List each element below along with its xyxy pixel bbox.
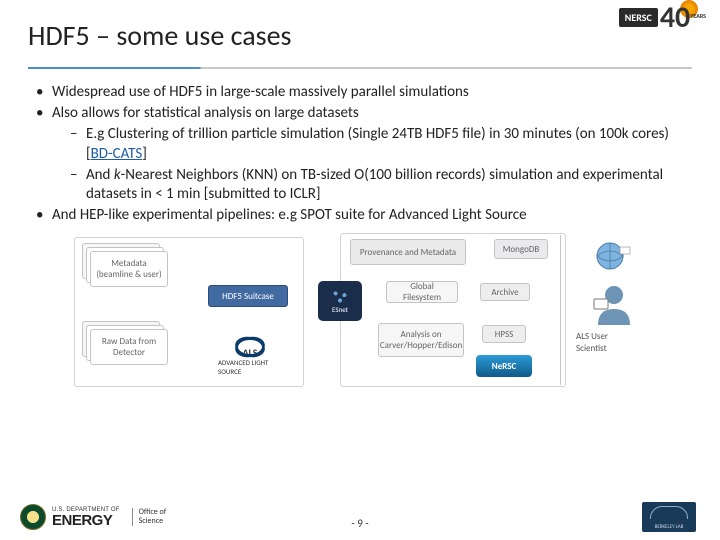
divider-line [560, 235, 561, 385]
bullet-list: Widespread use of HDF5 in large-scale ma… [34, 83, 686, 225]
bdcats-link[interactable]: BD-CATS [91, 145, 143, 163]
global-filesystem-box: Global Filesystem [386, 281, 458, 303]
user-label: ALS User Scientist [576, 331, 640, 354]
archive-box: Archive [480, 283, 530, 301]
nersc-logo-icon: NeRSC [476, 355, 532, 377]
user-icon [590, 281, 638, 329]
analysis-box: Analysis on Carver/Hopper/Edison [378, 323, 464, 357]
bullet-3: And HEP-like experimental pipelines: e.g… [34, 206, 686, 225]
slide-header: HDF5 – some use cases NERSC 40 YEARS [0, 0, 720, 61]
mongodb-box: MongoDB [494, 239, 548, 259]
sub-list: E.g Clustering of trillion particle simu… [52, 125, 686, 204]
page-number: - 9 - [351, 517, 368, 530]
bullet-1: Widespread use of HDF5 in large-scale ma… [34, 83, 686, 102]
hdf5-suitcase-box: HDF5 Suitcase [208, 285, 288, 307]
slide-content: Widespread use of HDF5 in large-scale ma… [0, 69, 720, 397]
als-logo: ALS ADVANCED LIGHT SOURCE [218, 333, 282, 377]
esnet-box: ESnet [318, 281, 362, 321]
office-science: Office ofScience [132, 508, 167, 526]
doe-logo: U.S. DEPARTMENT OF ENERGY Office ofScien… [20, 504, 166, 530]
years-label: YEARS [690, 13, 706, 19]
energy-text: U.S. DEPARTMENT OF ENERGY [52, 507, 120, 528]
sub-bullet-1: E.g Clustering of trillion particle simu… [52, 125, 686, 163]
als-rings-icon [233, 333, 267, 346]
page-title: HDF5 – some use cases [28, 18, 692, 53]
hpss-box: HPSS [482, 325, 526, 343]
bullet-2: Also allows for statistical analysis on … [34, 104, 686, 204]
sub-bullet-2: And k-Nearest Neighbors (KNN) on TB-size… [52, 166, 686, 204]
forty-number: 40 [660, 4, 690, 31]
workflow-diagram: Metadata (beamline & user) Raw Data from… [80, 235, 640, 397]
nersc-40-logo: NERSC 40 YEARS [619, 4, 706, 31]
nersc-badge: NERSC [619, 8, 658, 27]
doe-seal-icon [20, 504, 46, 530]
globe-icon [592, 241, 632, 271]
provenance-box: Provenance and Metadata [350, 239, 466, 265]
metadata-box: Metadata (beamline & user) [90, 251, 168, 287]
network-icon [329, 288, 351, 306]
rawdata-box: Raw Data from Detector [90, 329, 168, 365]
lbnl-logo: BERKELEY LAB [642, 502, 696, 532]
